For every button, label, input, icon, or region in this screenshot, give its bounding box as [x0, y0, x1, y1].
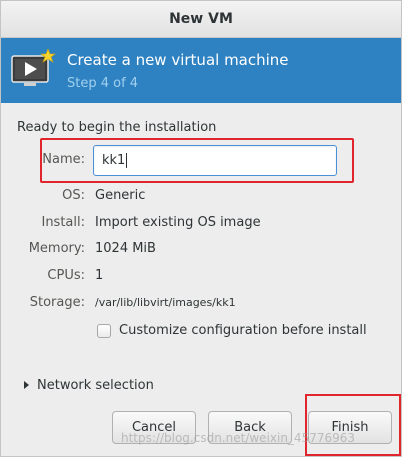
os-value: Generic	[95, 188, 146, 203]
watermark-text: https://blog.csdn.net/weixin_45776963	[121, 431, 356, 445]
expander-arrow-icon[interactable]	[24, 381, 29, 389]
name-highlight-box	[40, 138, 354, 183]
customize-checkbox[interactable]	[97, 324, 111, 338]
os-label: OS:	[62, 188, 85, 203]
network-selection-expander[interactable]: Network selection	[37, 378, 154, 393]
wizard-banner: Create a new virtual machine Step 4 of 4	[1, 38, 401, 103]
storage-label: Storage:	[29, 295, 85, 310]
vm-monitor-star-icon	[11, 48, 56, 86]
banner-step: Step 4 of 4	[67, 76, 139, 91]
cpus-value: 1	[95, 268, 104, 283]
banner-title: Create a new virtual machine	[67, 51, 289, 69]
window-title: New VM	[1, 1, 401, 38]
new-vm-window: New VM Create a new virtual machine Step…	[0, 0, 402, 457]
storage-value: /var/lib/libvirt/images/kk1	[95, 296, 236, 309]
customize-checkbox-label[interactable]: Customize configuration before install	[119, 323, 367, 338]
finish-highlight-box	[305, 394, 401, 456]
install-value: Import existing OS image	[95, 215, 261, 230]
memory-label: Memory:	[28, 241, 85, 256]
install-label: Install:	[41, 215, 85, 230]
memory-value: 1024 MiB	[95, 241, 156, 256]
summary-heading: Ready to begin the installation	[17, 120, 217, 135]
cpus-label: CPUs:	[47, 268, 85, 283]
